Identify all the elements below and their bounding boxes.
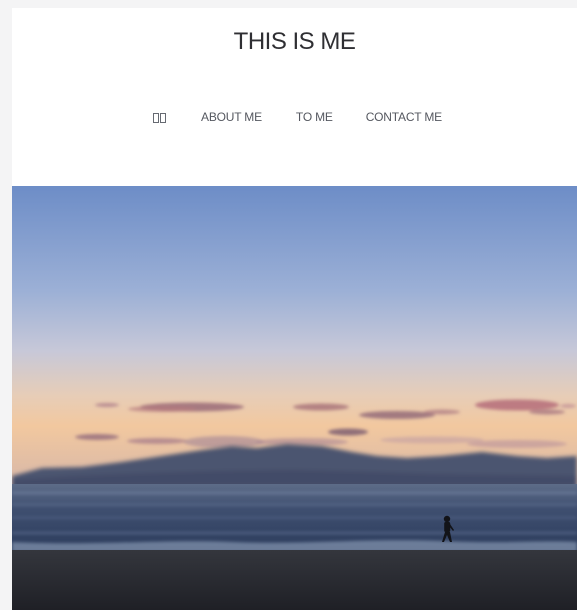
nav-about-me-link[interactable]: ABOUT ME — [201, 110, 262, 124]
page: THIS IS ME ABOUT ME TO ME CONTACT ME — [12, 8, 577, 610]
site-title[interactable]: THIS IS ME — [12, 28, 577, 56]
nav-to-me-link[interactable]: TO ME — [296, 110, 333, 124]
main-nav: ABOUT ME TO ME CONTACT ME — [12, 110, 577, 124]
seaside-sunset-photo — [12, 186, 577, 610]
nav-contact-me-link[interactable]: CONTACT ME — [366, 110, 442, 124]
nav-home-link[interactable] — [153, 110, 167, 124]
home-glyph-icon — [153, 112, 167, 123]
hero-image — [12, 186, 577, 610]
